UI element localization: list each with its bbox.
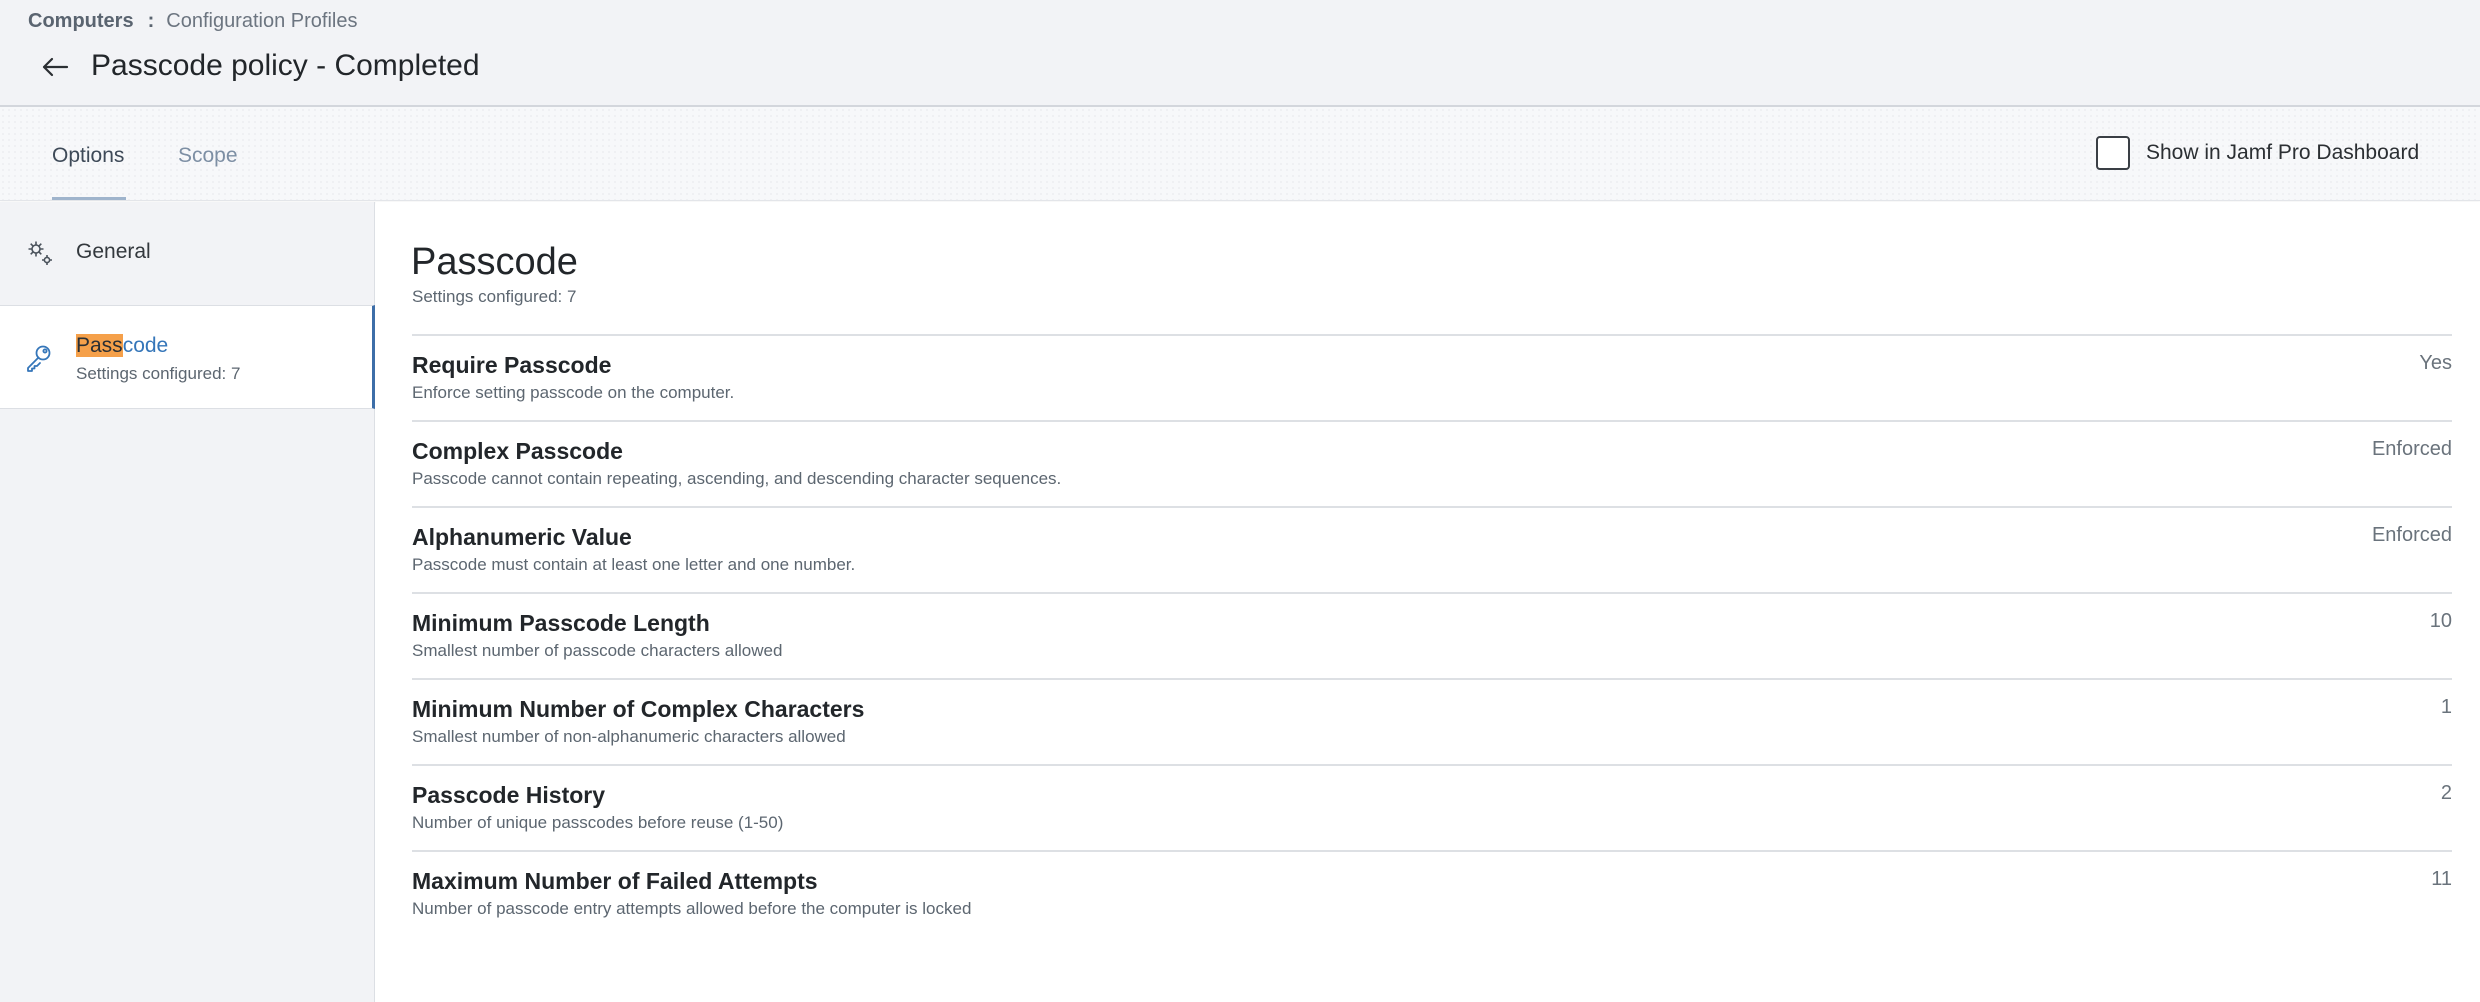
show-in-dashboard-toggle[interactable]: Show in Jamf Pro Dashboard [2096, 136, 2419, 170]
setting-name: Require Passcode [412, 352, 612, 378]
breadcrumb-configuration-profiles[interactable]: Configuration Profiles [166, 9, 357, 33]
breadcrumb-separator: : [147, 10, 155, 32]
sidebar-item-label-rest: code [122, 334, 169, 357]
setting-row: Minimum Number of Complex Characters Sma… [412, 678, 2452, 764]
sidebar-item-label: General [76, 240, 151, 263]
setting-row: Minimum Passcode Length Smallest number … [412, 592, 2452, 678]
setting-value: 10 [2429, 610, 2452, 632]
setting-name: Minimum Number of Complex Characters [412, 696, 865, 722]
section-title: Passcode [411, 241, 578, 283]
page-title: Passcode policy - Completed [91, 49, 480, 82]
section-subtitle: Settings configured: 7 [412, 287, 577, 306]
setting-description: Passcode cannot contain repeating, ascen… [412, 469, 1062, 488]
setting-row: Maximum Number of Failed Attempts Number… [412, 850, 2452, 936]
key-icon [27, 345, 51, 372]
search-match-highlight: Pass [76, 334, 123, 357]
sidebar-item-label: Passcode [76, 333, 168, 359]
setting-value: Enforced [2371, 438, 2452, 460]
setting-name: Complex Passcode [412, 438, 623, 464]
setting-name: Minimum Passcode Length [412, 610, 710, 636]
sidebar-item-subtitle: Settings configured: 7 [76, 364, 241, 383]
breadcrumb-computers[interactable]: Computers [28, 9, 134, 33]
tab-scope[interactable]: Scope [178, 143, 238, 169]
setting-description: Number of passcode entry attempts allowe… [412, 899, 972, 918]
setting-row: Passcode History Number of unique passco… [412, 764, 2452, 850]
setting-description: Enforce setting passcode on the computer… [412, 383, 735, 402]
setting-description: Passcode must contain at least one lette… [412, 555, 856, 574]
setting-row: Alphanumeric Value Passcode must contain… [412, 506, 2452, 592]
payload-sidebar: General Passcode Settings configured: 7 [0, 202, 375, 1002]
back-button[interactable] [38, 50, 72, 84]
setting-name: Passcode History [412, 782, 606, 808]
setting-value: Enforced [2371, 524, 2452, 546]
setting-value: Yes [2419, 352, 2452, 374]
setting-description: Number of unique passcodes before reuse … [412, 813, 784, 832]
active-tab-indicator [52, 197, 126, 200]
setting-row: Require Passcode Enforce setting passcod… [412, 334, 2452, 420]
dashboard-checkbox[interactable] [2096, 136, 2130, 170]
payload-content: Passcode Settings configured: 7 Require … [376, 202, 2480, 1002]
setting-value: 2 [2440, 782, 2452, 804]
setting-name: Maximum Number of Failed Attempts [412, 868, 818, 894]
gears-icon [28, 241, 52, 265]
dashboard-checkbox-label[interactable]: Show in Jamf Pro Dashboard [2146, 140, 2419, 166]
breadcrumb: Computers : Configuration Profiles [28, 9, 357, 33]
setting-value: 11 [2431, 868, 2452, 890]
setting-description: Smallest number of passcode characters a… [412, 641, 783, 660]
setting-name: Alphanumeric Value [412, 524, 632, 550]
page-header: Computers : Configuration Profiles Passc… [0, 0, 2480, 107]
setting-description: Smallest number of non-alphanumeric char… [412, 727, 846, 746]
settings-list: Require Passcode Enforce setting passcod… [412, 334, 2452, 936]
arrow-left-icon [42, 57, 69, 77]
setting-row: Complex Passcode Passcode cannot contain… [412, 420, 2452, 506]
sidebar-item-passcode[interactable]: Passcode Settings configured: 7 [0, 305, 375, 409]
tab-options[interactable]: Options [52, 143, 124, 169]
setting-value: 1 [2440, 696, 2452, 718]
sidebar-item-general[interactable]: General [0, 202, 375, 304]
